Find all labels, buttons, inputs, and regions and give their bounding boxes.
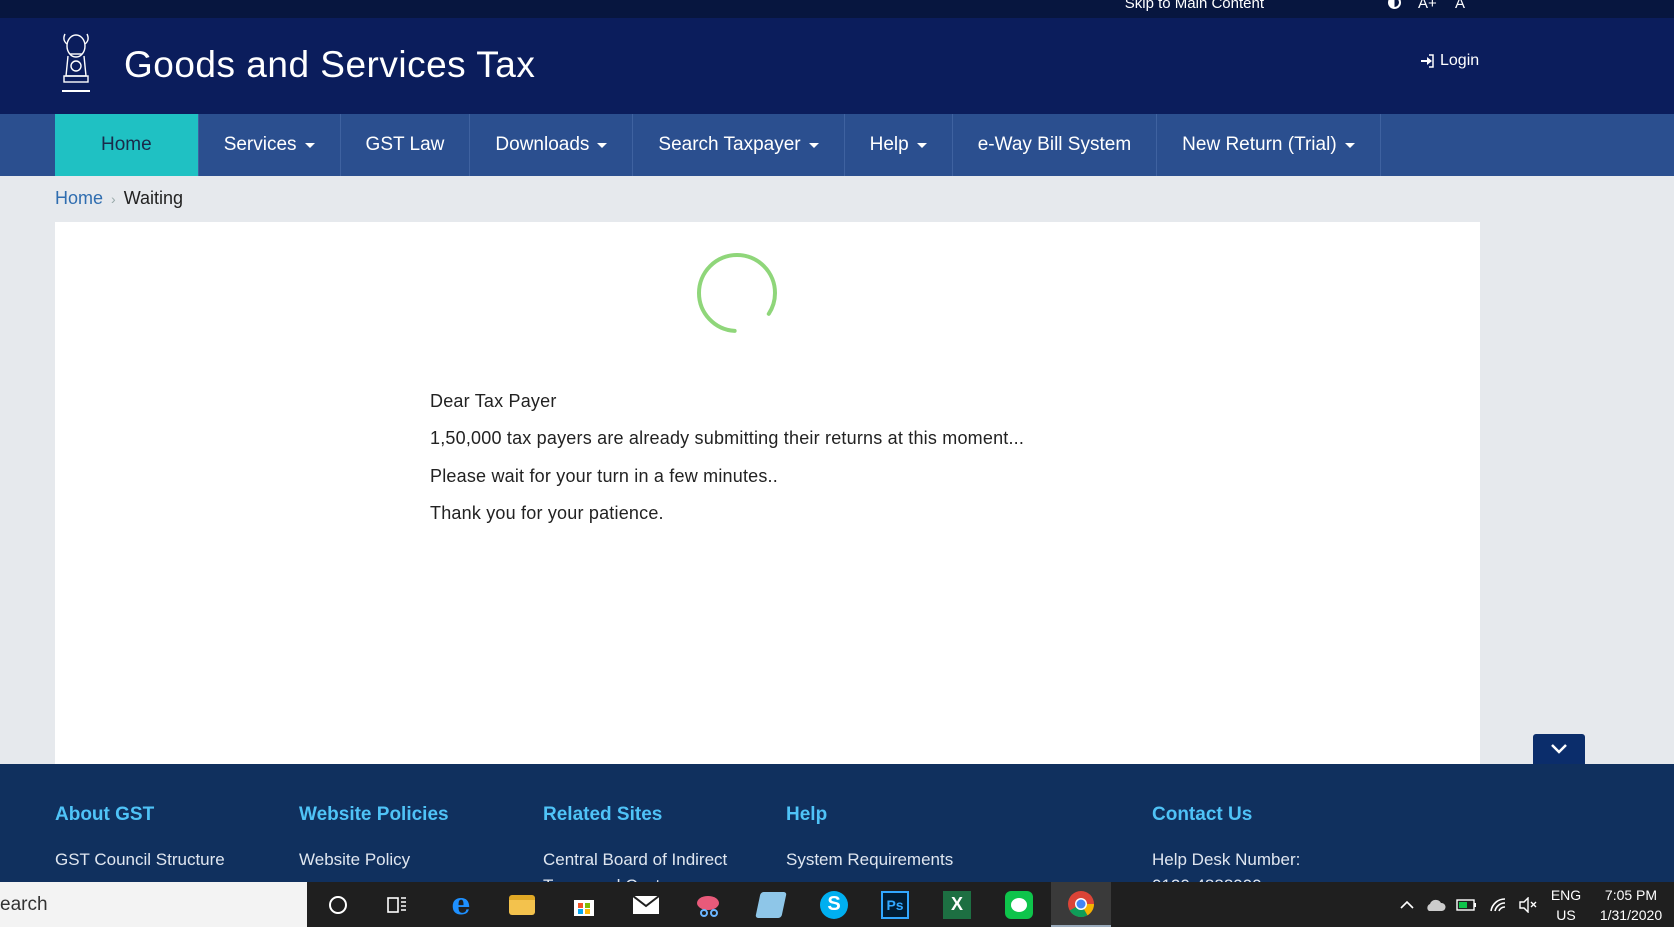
footer-help-heading: Help <box>786 804 828 825</box>
site-footer: About GST GST Council Structure Website … <box>0 764 1674 895</box>
clock-time: 7:05 PM <box>1604 887 1658 903</box>
font-increase-button[interactable]: A+ <box>1418 0 1437 12</box>
login-link[interactable]: Login <box>1420 52 1479 70</box>
nav-new-return[interactable]: New Return (Trial) <box>1157 114 1381 176</box>
caret-down-icon <box>304 142 315 148</box>
footer-related-sites-heading: Related Sites <box>543 804 663 825</box>
file-explorer-icon[interactable] <box>498 882 546 927</box>
nav-help-label: Help <box>869 134 909 155</box>
site-header: Skip to Main Content A+ A Goods and Serv… <box>0 0 1674 114</box>
taskbar-search-text: earch <box>0 894 48 915</box>
footer-helpdesk-label: Help Desk Number: <box>1152 850 1301 869</box>
message-greeting: Dear Tax Payer <box>430 391 557 411</box>
chrome-browser-icon[interactable] <box>1051 882 1111 927</box>
language-top: ENG <box>1550 887 1582 903</box>
nav-services-label: Services <box>223 134 297 155</box>
breadcrumb: Home › Waiting <box>55 188 183 209</box>
store-icon[interactable] <box>560 882 608 927</box>
nav-downloads[interactable]: Downloads <box>470 114 634 176</box>
footer-website-policy-link[interactable]: Website Policy <box>299 850 410 870</box>
message-wait: Please wait for your turn in a few minut… <box>430 466 778 486</box>
nav-services[interactable]: Services <box>199 114 341 176</box>
nav-search-taxpayer-label: Search Taxpayer <box>658 134 801 155</box>
nav-gst-law-label: GST Law <box>365 134 445 155</box>
caret-down-icon <box>597 142 608 148</box>
windows-taskbar: earch e S Ps X ENG US 7:05 PM 1/31/2020 <box>0 882 1674 927</box>
language-bottom: US <box>1556 907 1576 923</box>
language-indicator[interactable]: ENG US <box>1545 885 1587 925</box>
chevron-down-icon <box>1551 744 1567 754</box>
footer-system-requirements-link[interactable]: System Requirements <box>786 850 953 870</box>
nav-gst-law[interactable]: GST Law <box>341 114 471 176</box>
nav-home[interactable]: Home <box>55 114 199 176</box>
skip-to-main-link[interactable]: Skip to Main Content <box>1125 0 1264 12</box>
footer-about-gst-heading: About GST <box>55 804 155 825</box>
loading-spinner-icon <box>697 253 777 333</box>
excel-icon[interactable]: X <box>933 882 981 927</box>
nav-new-return-label: New Return (Trial) <box>1182 134 1337 155</box>
clock-date: 1/31/2020 <box>1599 907 1663 923</box>
national-emblem-logo[interactable] <box>56 30 96 100</box>
font-normal-button[interactable]: A <box>1455 0 1465 12</box>
footer-contact-heading: Contact Us <box>1152 804 1253 825</box>
snipping-tool-icon[interactable] <box>685 882 733 927</box>
breadcrumb-current: Waiting <box>123 188 184 208</box>
chat-app-icon[interactable] <box>995 882 1043 927</box>
skype-icon[interactable]: S <box>810 882 858 927</box>
nav-home-label: Home <box>101 134 152 155</box>
caret-down-icon <box>808 142 819 148</box>
footer-website-policies-heading: Website Policies <box>299 804 449 825</box>
notepad-icon[interactable] <box>747 882 795 927</box>
volume-muted-icon[interactable] <box>1510 882 1546 927</box>
task-view-icon[interactable] <box>373 882 421 927</box>
breadcrumb-home-link[interactable]: Home <box>55 188 103 209</box>
message-queue-count: 1,50,000 tax payers are already submitti… <box>430 428 1025 448</box>
sign-in-icon <box>1421 54 1434 68</box>
nav-downloads-label: Downloads <box>495 134 590 155</box>
battery-icon[interactable] <box>1449 882 1485 927</box>
nav-search-taxpayer[interactable]: Search Taxpayer <box>633 114 845 176</box>
caret-down-icon <box>1344 142 1355 148</box>
message-thanks: Thank you for your patience. <box>430 503 664 523</box>
photoshop-icon[interactable]: Ps <box>871 882 919 927</box>
nav-help[interactable]: Help <box>845 114 953 176</box>
mail-icon[interactable] <box>622 882 670 927</box>
nav-eway-bill[interactable]: e-Way Bill System <box>953 114 1158 176</box>
nav-eway-bill-label: e-Way Bill System <box>977 134 1132 155</box>
edge-browser-icon[interactable]: e <box>437 882 485 927</box>
site-title[interactable]: Goods and Services Tax <box>124 44 535 86</box>
caret-down-icon <box>916 142 927 148</box>
scroll-down-button[interactable] <box>1533 734 1585 764</box>
main-nav: Home Services GST Law Downloads Search T… <box>0 114 1674 176</box>
clock[interactable]: 7:05 PM 1/31/2020 <box>1592 885 1670 925</box>
taskbar-search-box[interactable]: earch <box>0 882 307 927</box>
login-label: Login <box>1440 52 1480 69</box>
cortana-icon[interactable] <box>314 882 362 927</box>
footer-gst-council-link[interactable]: GST Council Structure <box>55 850 225 870</box>
footer-cbic-link[interactable]: Central Board of Indirect <box>543 850 727 870</box>
chevron-right-icon: › <box>111 190 116 207</box>
